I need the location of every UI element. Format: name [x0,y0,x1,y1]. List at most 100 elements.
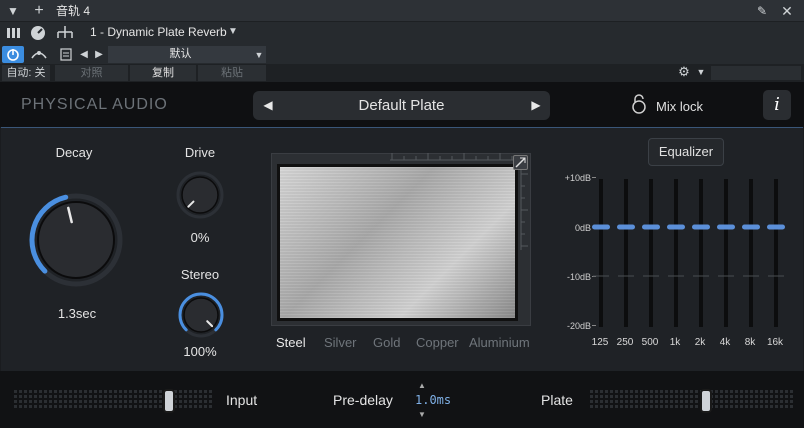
power-button[interactable] [2,46,24,63]
eq-handle-500[interactable] [642,224,660,230]
stereo-label: Stereo [180,267,220,282]
eq-handle-2k[interactable] [692,224,710,230]
pin-icon[interactable]: ✎ [754,0,770,22]
info-button[interactable]: i [763,90,791,120]
meter-cell [770,390,773,393]
plate-fader-handle[interactable] [700,389,712,413]
meter-cell [189,405,192,408]
meter-cell [94,390,97,393]
host-search-field[interactable] [711,66,801,80]
meter-cell [620,400,623,403]
stereo-knob[interactable] [178,292,224,338]
meter-cell [635,390,638,393]
settings-gear-icon[interactable]: ⚙ [676,63,692,81]
meter-cell [209,395,212,398]
predelay-down-icon[interactable]: ▼ [418,410,426,419]
meter-cell [605,390,608,393]
meter-cell [199,390,202,393]
eq-track-250[interactable] [624,179,628,327]
eq-track-4k[interactable] [724,179,728,327]
meter-cell [104,405,107,408]
meter-cell [785,395,788,398]
meter-cell [64,395,67,398]
meter-cell [114,395,117,398]
paste-button[interactable]: 粘贴 [198,65,266,81]
host-preset-dropdown-icon[interactable]: ▼ [252,44,266,66]
preset-name[interactable]: Default Plate [253,91,550,120]
meter-cell [630,395,633,398]
eq-track-1k[interactable] [674,179,678,327]
meter-cell [780,390,783,393]
input-fader-handle[interactable] [163,389,175,413]
meter-cell [640,395,643,398]
eq-handle-16k[interactable] [767,224,785,230]
material-gold[interactable]: Gold [373,335,400,350]
meter-cell [19,400,22,403]
meter-cell [179,390,182,393]
meter-cell [730,390,733,393]
meter-cell [194,400,197,403]
copy-button[interactable]: 复制 [130,65,196,81]
prev-preset-icon[interactable]: ◀ [78,44,90,66]
predelay-value[interactable]: 1.0ms [415,393,451,407]
equalizer-sliders[interactable] [590,170,790,335]
decay-knob[interactable] [29,193,123,287]
auto-off-button[interactable]: 自动: 关 [2,65,50,81]
meter-cell [104,395,107,398]
meter-cell [665,400,668,403]
meter-cell [199,400,202,403]
meter-cell [685,395,688,398]
mixer-icon[interactable] [6,26,22,40]
automation-icon[interactable] [29,46,49,63]
eq-handle-1k[interactable] [667,224,685,230]
routing-icon[interactable] [55,24,75,42]
eq-handle-125[interactable] [592,224,610,230]
eq-track-2k[interactable] [699,179,703,327]
meter-cell [680,395,683,398]
meter-cell [730,395,733,398]
material-aluminium[interactable]: Aluminium [469,335,530,350]
meter-cell [89,395,92,398]
material-silver[interactable]: Silver [324,335,357,350]
equalizer-button[interactable]: Equalizer [648,138,724,166]
meter-cell [620,390,623,393]
meter-cell [605,405,608,408]
eq-track-125[interactable] [599,179,603,327]
decay-value: 1.3sec [57,306,97,321]
meter-cell [154,395,157,398]
eq-track-16k[interactable] [774,179,778,327]
settings-dropdown-icon[interactable]: ▼ [695,63,707,81]
save-preset-icon[interactable] [57,46,75,63]
meter-cell [745,400,748,403]
eq-handle-4k[interactable] [717,224,735,230]
compare-button[interactable]: 对照 [55,65,128,81]
insert-name[interactable]: 1 - Dynamic Plate Reverb [90,21,227,43]
eq-handle-250[interactable] [617,224,635,230]
meter-cell [149,400,152,403]
eq-track-8k[interactable] [749,179,753,327]
plate-surface[interactable] [277,164,518,321]
insert-dropdown-icon[interactable]: ▼ [227,21,239,43]
meter-cell [605,395,608,398]
lock-icon[interactable] [631,94,647,114]
eq-track-500[interactable] [649,179,653,327]
preset-next-icon[interactable]: ▶ [524,91,548,120]
material-steel[interactable]: Steel [276,335,306,350]
meter-cell [590,400,593,403]
meter-cell [665,390,668,393]
next-preset-icon[interactable]: ▶ [93,44,105,66]
collapse-arrow-icon[interactable]: ▼ [6,0,20,22]
predelay-up-icon[interactable]: ▲ [418,381,426,390]
close-icon[interactable]: ✕ [779,0,795,22]
drive-knob[interactable] [176,171,224,219]
material-copper[interactable]: Copper [416,335,459,350]
meter-cell [59,400,62,403]
mix-lock-label[interactable]: Mix lock [656,99,703,114]
resize-handle-icon[interactable] [513,155,528,170]
add-icon[interactable]: + [31,0,47,22]
meter-cell [74,400,77,403]
eq-handle-8k[interactable] [742,224,760,230]
meter-cell [790,400,793,403]
meter-cell [124,395,127,398]
bypass-icon[interactable] [30,25,46,41]
